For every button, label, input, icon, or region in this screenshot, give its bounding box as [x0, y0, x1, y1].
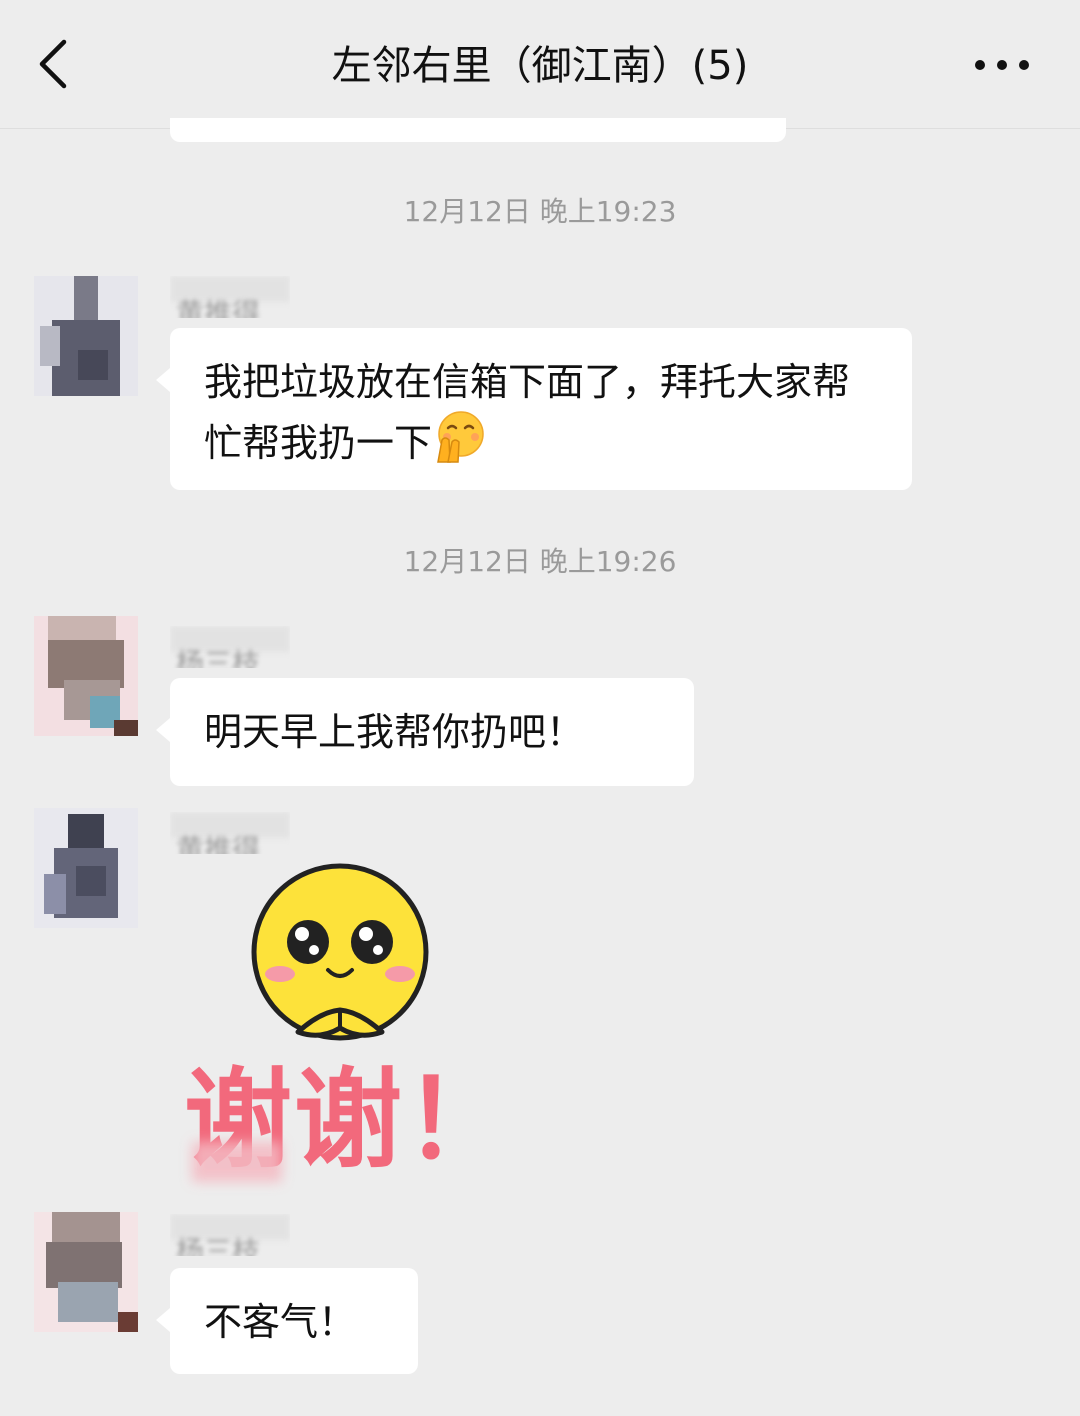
- chevron-left-icon: [39, 39, 67, 89]
- message-bubble[interactable]: 不客气！: [156, 1268, 418, 1374]
- avatar[interactable]: [34, 276, 138, 396]
- chat-header: 左邻右里（御江南）(5): [0, 0, 1080, 129]
- sender-name: 杨三枝: [170, 626, 290, 668]
- message-timestamp: 12月12日 晚上19:26: [403, 545, 677, 578]
- avatar[interactable]: [34, 1212, 138, 1332]
- chat-title: 左邻右里（御江南）(5): [331, 43, 749, 89]
- message-text: 不客气！: [204, 1300, 357, 1344]
- avatar[interactable]: [34, 616, 138, 736]
- smiley-thank-you-sticker: [251, 863, 429, 1041]
- hand-over-mouth-emoji: [437, 411, 484, 463]
- more-button[interactable]: [972, 48, 1032, 82]
- message-text: 明天早上我帮你扔吧！: [204, 710, 585, 754]
- more-horizontal-icon: [975, 60, 1029, 70]
- thank-you-sticker[interactable]: 谢谢！: [178, 856, 512, 1196]
- previous-message-bubble[interactable]: [170, 118, 786, 142]
- sender-name: 黄推得: [170, 812, 290, 854]
- watermark-blur: [192, 1142, 282, 1182]
- avatar[interactable]: [34, 808, 138, 928]
- message-text: 我把垃圾放在信箱下面了，拜托大家帮忙帮我扔一下: [204, 360, 851, 465]
- message-bubble[interactable]: 我把垃圾放在信箱下面了，拜托大家帮忙帮我扔一下: [156, 328, 912, 490]
- sender-name: 杨三枝: [170, 1214, 290, 1256]
- back-button[interactable]: [34, 38, 74, 90]
- sender-name: 黄推得: [170, 276, 290, 318]
- message-timestamp: 12月12日 晚上19:23: [403, 195, 677, 228]
- message-bubble[interactable]: 明天早上我帮你扔吧！: [156, 678, 694, 786]
